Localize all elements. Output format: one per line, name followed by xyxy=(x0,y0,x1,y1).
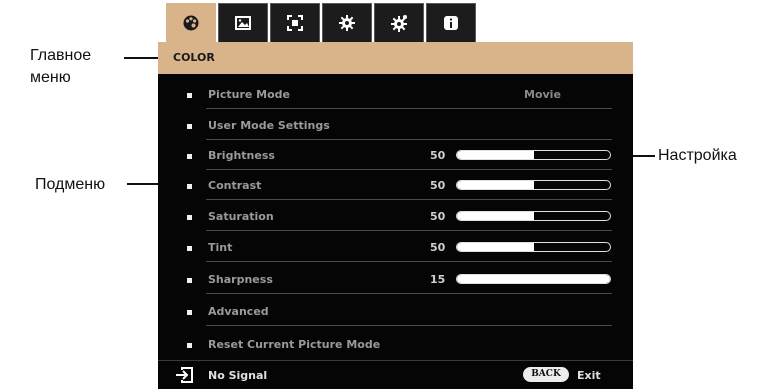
slider-fill xyxy=(457,212,534,220)
submenu-panel: Picture Mode Movie User Mode Settings Br… xyxy=(158,74,633,360)
menu-item-sharpness[interactable]: Sharpness 15 xyxy=(158,264,633,294)
tint-value: 50 xyxy=(430,241,446,254)
menu-item-label: Brightness xyxy=(208,149,275,162)
back-button[interactable]: BACK xyxy=(523,367,569,382)
gear-icon xyxy=(339,15,355,31)
tab-color[interactable] xyxy=(166,3,216,42)
callout-main-menu-line2: меню xyxy=(30,69,71,86)
saturation-value: 50 xyxy=(430,210,446,223)
input-source-icon xyxy=(176,367,193,383)
saturation-slider[interactable] xyxy=(456,211,611,221)
row-divider xyxy=(206,230,612,231)
bullet xyxy=(187,278,192,283)
info-icon xyxy=(444,16,458,30)
palette-icon xyxy=(183,15,199,31)
bullet xyxy=(187,310,192,315)
menu-item-label: Picture Mode xyxy=(208,88,290,101)
tint-slider[interactable] xyxy=(456,242,611,252)
menu-item-advanced[interactable]: Advanced xyxy=(158,296,633,326)
menu-item-user-mode-settings[interactable]: User Mode Settings xyxy=(158,110,633,140)
slider-fill xyxy=(457,151,534,159)
bullet xyxy=(187,154,192,159)
bullet xyxy=(187,246,192,251)
brightness-value: 50 xyxy=(430,149,446,162)
menu-item-label: Tint xyxy=(208,241,233,254)
brightness-slider[interactable] xyxy=(456,150,611,160)
menu-item-saturation[interactable]: Saturation 50 xyxy=(158,201,633,231)
menu-item-picture-mode[interactable]: Picture Mode Movie xyxy=(158,79,633,109)
menu-item-label: Sharpness xyxy=(208,273,273,286)
exit-label: Exit xyxy=(577,369,601,382)
osd-menu: COLOR Picture Mode Movie User Mode Setti… xyxy=(158,0,633,389)
sharpness-value: 15 xyxy=(430,273,446,286)
menu-item-brightness[interactable]: Brightness 50 xyxy=(158,140,633,170)
slider-fill xyxy=(457,275,610,283)
tab-info[interactable] xyxy=(426,3,476,42)
menu-item-label: Advanced xyxy=(208,305,269,318)
tab-advanced[interactable] xyxy=(374,3,424,42)
slider-fill xyxy=(457,243,534,251)
menu-item-label: Saturation xyxy=(208,210,274,223)
callout-main-menu: Главное меню xyxy=(30,46,91,88)
menu-item-label: User Mode Settings xyxy=(208,119,330,132)
tab-display[interactable] xyxy=(270,3,320,42)
tab-settings[interactable] xyxy=(322,3,372,42)
row-divider xyxy=(206,108,612,109)
advanced-gear-icon xyxy=(391,15,407,32)
menu-item-contrast[interactable]: Contrast 50 xyxy=(158,170,633,200)
bullet xyxy=(187,124,192,129)
callout-main-menu-line1: Главное xyxy=(30,47,92,64)
callout-submenu: Подменю xyxy=(35,176,106,193)
bullet xyxy=(187,343,192,348)
bullet xyxy=(187,215,192,220)
tab-bar xyxy=(158,0,633,42)
row-divider xyxy=(206,325,612,326)
signal-status: No Signal xyxy=(208,369,268,382)
bullet xyxy=(187,93,192,98)
slider-fill xyxy=(457,181,534,189)
row-divider xyxy=(206,261,612,262)
contrast-slider[interactable] xyxy=(456,180,611,190)
status-footer: No Signal BACK Exit xyxy=(158,360,633,389)
contrast-value: 50 xyxy=(430,179,446,192)
menu-item-label: Contrast xyxy=(208,179,262,192)
callout-setting: Настройка xyxy=(658,147,737,164)
menu-item-reset-picture-mode[interactable]: Reset Current Picture Mode xyxy=(158,329,633,359)
row-divider xyxy=(206,199,612,200)
image-icon xyxy=(235,16,251,30)
tab-picture[interactable] xyxy=(218,3,268,42)
menu-item-tint[interactable]: Tint 50 xyxy=(158,232,633,262)
row-divider xyxy=(206,293,612,294)
picture-mode-value: Movie xyxy=(524,88,561,101)
bullet xyxy=(187,184,192,189)
sharpness-slider[interactable] xyxy=(456,274,611,284)
screen-icon xyxy=(287,15,303,31)
menu-title: COLOR xyxy=(158,42,633,74)
menu-item-label: Reset Current Picture Mode xyxy=(208,338,381,351)
